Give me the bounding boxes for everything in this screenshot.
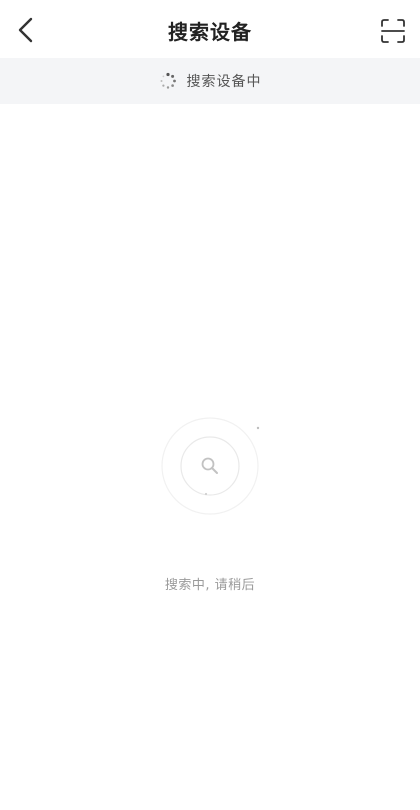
back-button[interactable]: [10, 14, 42, 46]
magnifier-icon: [201, 457, 218, 474]
scan-button[interactable]: [378, 16, 408, 46]
searching-hint-text: 搜索中, 请稍后: [164, 578, 256, 593]
status-text: 搜索设备中: [186, 74, 262, 90]
page-title: 搜索设备: [168, 20, 252, 44]
searching-status-bar: 搜索设备中: [0, 58, 420, 104]
chevron-left-icon: [18, 17, 33, 43]
scan-icon: [381, 19, 405, 43]
search-radar: [160, 416, 260, 521]
spinner-icon: [160, 72, 176, 89]
main-content: 搜索中, 请稍后: [0, 104, 420, 810]
top-nav-bar: 搜索设备: [0, 0, 420, 58]
